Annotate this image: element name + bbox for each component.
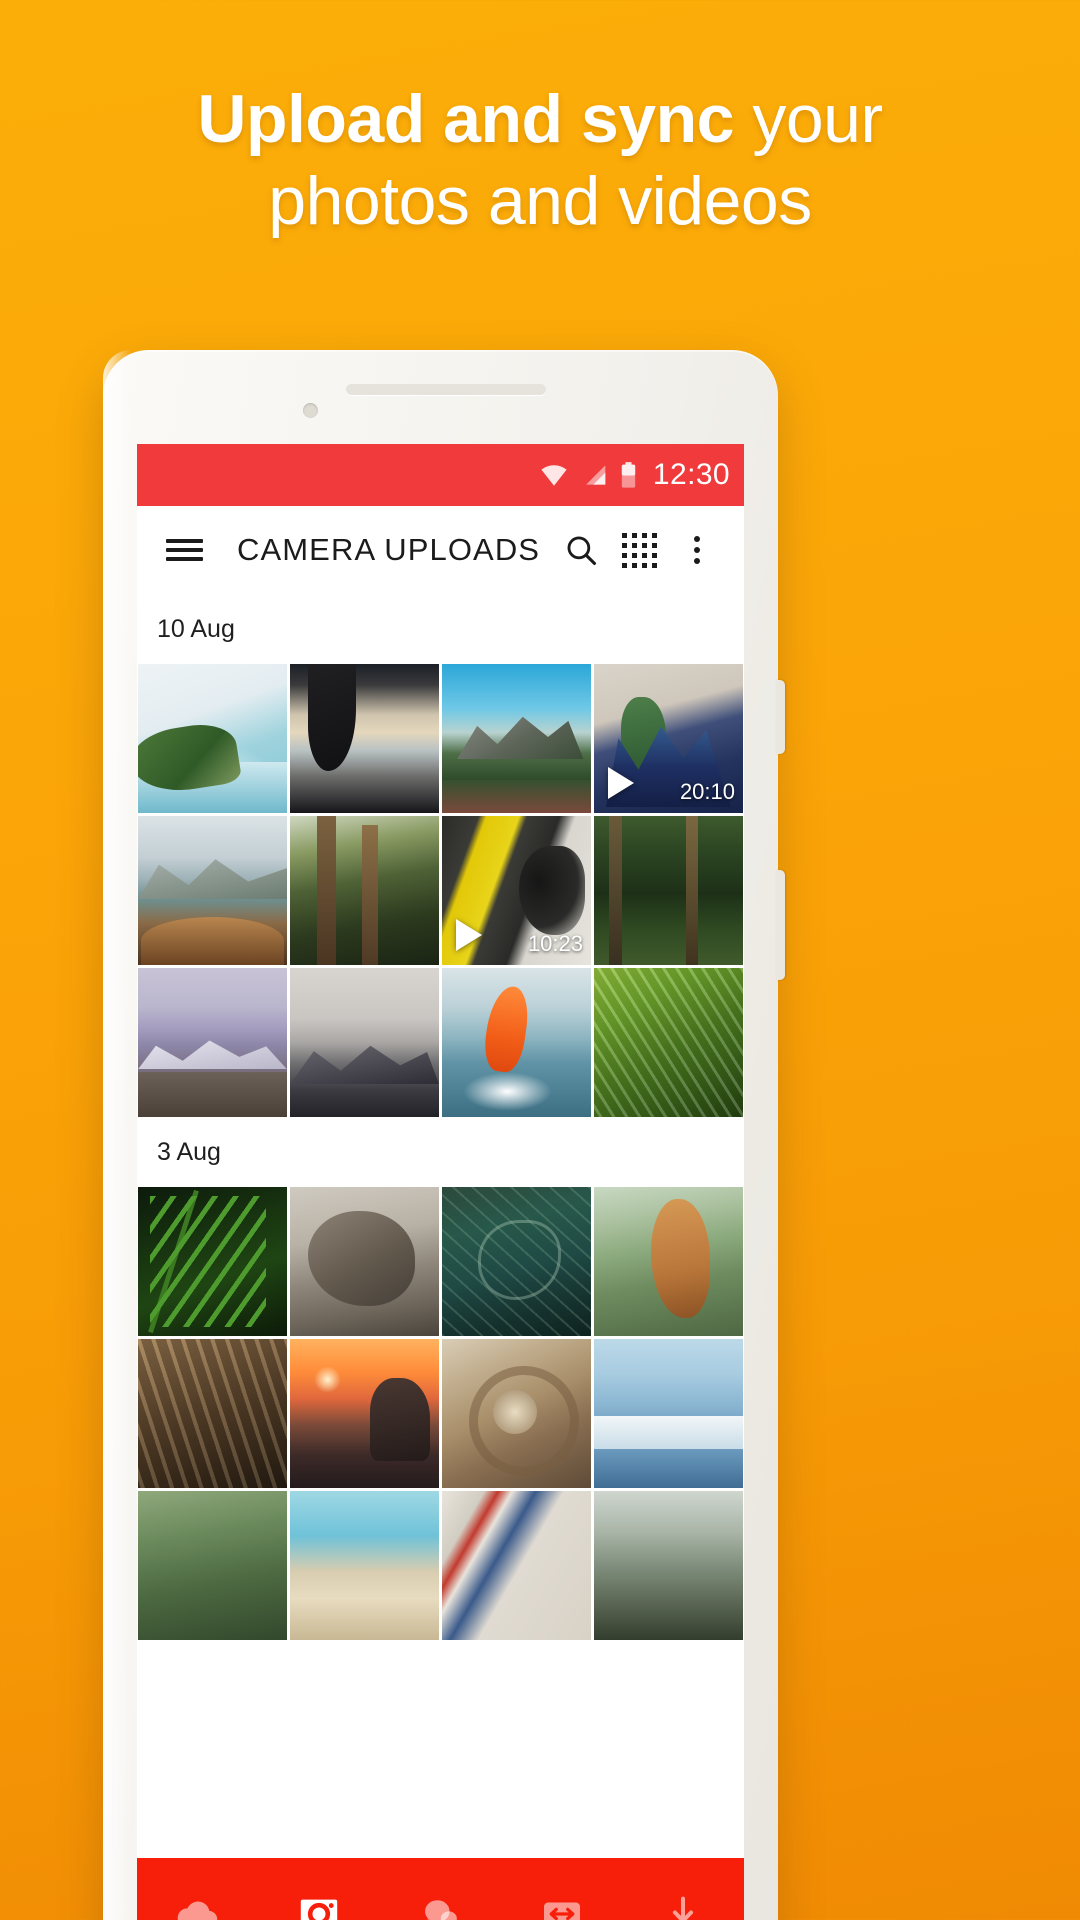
- play-icon: [456, 919, 482, 951]
- photo-grid-3-aug: [137, 1187, 744, 1640]
- volume-button[interactable]: [776, 680, 785, 754]
- video-duration-badge: 20:10: [679, 779, 735, 804]
- photo-tile[interactable]: [290, 1339, 439, 1488]
- hamburger-menu-icon[interactable]: [155, 534, 213, 566]
- overflow-menu-icon[interactable]: [668, 531, 726, 569]
- photo-tile[interactable]: [442, 1187, 591, 1336]
- photo-tile[interactable]: [138, 1491, 287, 1640]
- photo-tile[interactable]: [594, 968, 743, 1117]
- cloud-icon: [177, 1901, 217, 1920]
- photo-tile[interactable]: [290, 1491, 439, 1640]
- battery-icon: [620, 461, 637, 489]
- photo-tile[interactable]: [442, 1491, 591, 1640]
- front-camera-icon: [303, 403, 318, 418]
- photo-tile[interactable]: [138, 816, 287, 965]
- app-bar: CAMERA UPLOADS: [137, 506, 744, 594]
- photo-tile[interactable]: [290, 968, 439, 1117]
- photo-tile[interactable]: [442, 968, 591, 1117]
- kebab-dots: [694, 531, 700, 569]
- photo-tile[interactable]: [138, 1339, 287, 1488]
- photo-tile[interactable]: [594, 1491, 743, 1640]
- photo-tile[interactable]: [594, 1339, 743, 1488]
- photo-tile[interactable]: [138, 968, 287, 1117]
- photo-tile[interactable]: [594, 816, 743, 965]
- search-icon[interactable]: [552, 533, 610, 567]
- headline-light-part: your: [733, 81, 883, 157]
- download-icon: [673, 1896, 694, 1920]
- power-button[interactable]: [776, 870, 785, 980]
- photo-tile[interactable]: [290, 664, 439, 813]
- bottom-navigation-bar: [137, 1858, 744, 1920]
- headline-bold-part: Upload and sync: [197, 81, 734, 157]
- status-bar: 12:30: [137, 444, 744, 506]
- transfers-icon: [543, 1902, 580, 1920]
- date-header-3-aug: 3 Aug: [137, 1117, 744, 1187]
- photo-tile[interactable]: [442, 1339, 591, 1488]
- cellular-signal-icon: [581, 463, 608, 487]
- photo-tile[interactable]: [442, 664, 591, 813]
- nav-item-transfers[interactable]: [524, 1876, 600, 1920]
- chat-icon: [425, 1900, 458, 1920]
- phone-screen: 12:30 CAMERA UPLOADS 10 Aug 20:10 10:23 …: [137, 444, 744, 1920]
- photo-tile[interactable]: [594, 1187, 743, 1336]
- status-bar-clock: 12:30: [652, 458, 730, 491]
- grid-view-icon[interactable]: [610, 532, 668, 568]
- video-tile[interactable]: 20:10: [594, 664, 743, 813]
- wifi-icon: [539, 463, 569, 487]
- earpiece-speaker: [346, 384, 546, 395]
- grid-dots: [621, 532, 657, 568]
- photo-tile[interactable]: [290, 1187, 439, 1336]
- video-duration-badge: 10:23: [527, 931, 583, 956]
- headline-line-2: photos and videos: [268, 163, 812, 239]
- nav-item-download[interactable]: [645, 1876, 721, 1920]
- date-header-10-aug: 10 Aug: [137, 594, 744, 664]
- camera-uploads-icon: [300, 1899, 338, 1920]
- phone-mockup: 12:30 CAMERA UPLOADS 10 Aug 20:10 10:23 …: [103, 350, 785, 1920]
- nav-item-camera-uploads[interactable]: [281, 1876, 357, 1920]
- video-tile[interactable]: 10:23: [442, 816, 591, 965]
- photo-grid-10-aug: 20:10 10:23: [137, 664, 744, 1117]
- promo-headline: Upload and sync your photos and videos: [0, 78, 1080, 242]
- page-title: CAMERA UPLOADS: [237, 532, 541, 567]
- photo-tile[interactable]: [290, 816, 439, 965]
- play-icon: [608, 767, 634, 799]
- hamburger-lines: [165, 534, 203, 566]
- headline-line-1: Upload and sync your: [0, 78, 1080, 160]
- nav-item-cloud[interactable]: [160, 1876, 236, 1920]
- nav-item-chat[interactable]: [402, 1876, 478, 1920]
- photo-tile[interactable]: [138, 664, 287, 813]
- photo-tile[interactable]: [138, 1187, 287, 1336]
